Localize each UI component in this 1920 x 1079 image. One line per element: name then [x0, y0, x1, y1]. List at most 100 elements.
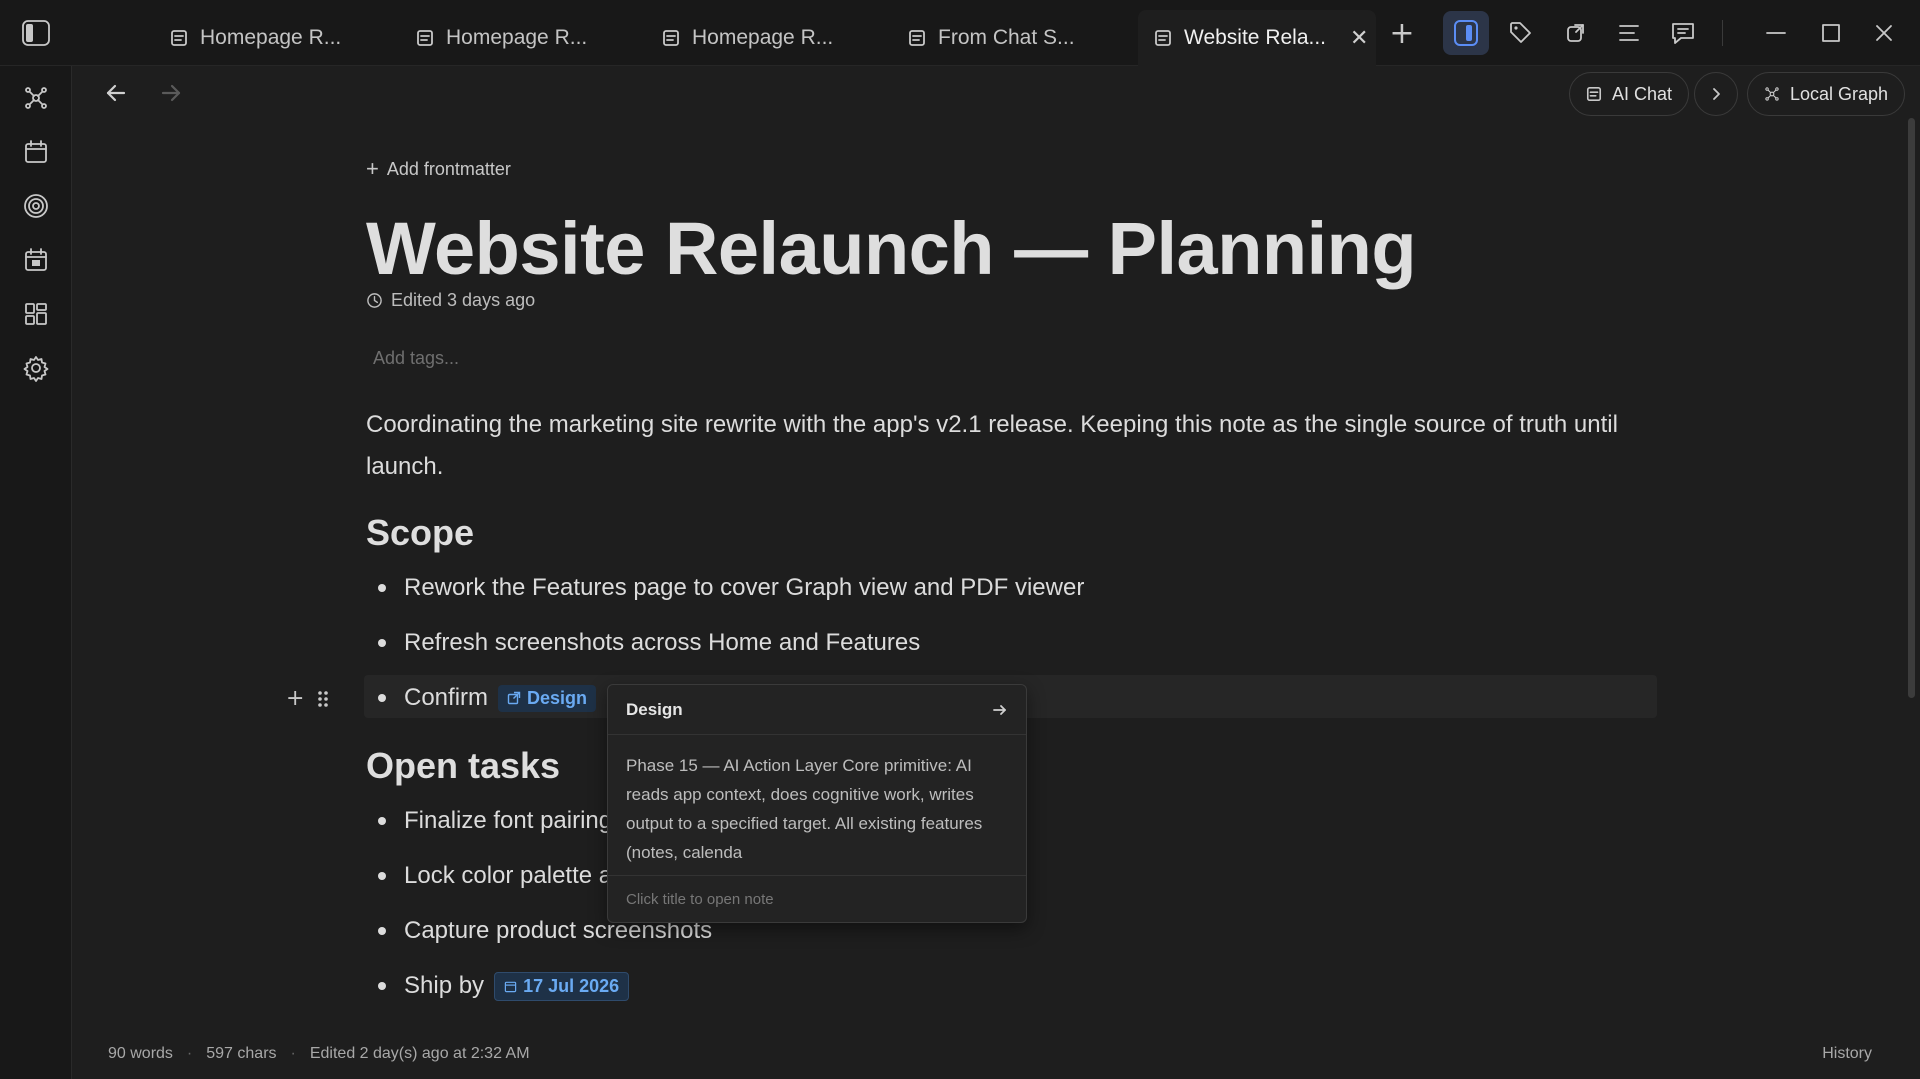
plus-icon: + [366, 156, 379, 181]
list-item[interactable]: Lock color palette a [378, 856, 612, 896]
separator: · [186, 1045, 193, 1062]
intro-line: Coordinating the marketing site rewrite … [366, 411, 1618, 438]
tab-from-chat[interactable]: From Chat S... [892, 10, 1091, 66]
note-icon [1154, 29, 1172, 47]
tab-homepage-3[interactable]: Homepage R... [646, 10, 849, 66]
minimize-icon[interactable] [1758, 15, 1794, 51]
tag-icon[interactable] [1503, 15, 1539, 51]
calendar-icon [504, 980, 517, 993]
outline-icon[interactable] [1611, 15, 1647, 51]
external-link-icon [507, 691, 521, 705]
dashboard-icon[interactable] [18, 296, 54, 332]
arrow-right-icon[interactable] [992, 703, 1008, 717]
list-item[interactable]: Finalize font pairing [378, 801, 612, 841]
left-panel-toggle-icon[interactable] [18, 17, 54, 49]
bullet [378, 584, 386, 592]
list-item[interactable]: Refresh screenshots across Home and Feat… [378, 623, 920, 663]
tab-website-relaunch[interactable]: Website Rela... ✕ [1138, 10, 1376, 66]
expand-panel-button[interactable] [1694, 72, 1738, 116]
new-tab-button[interactable]: + [1384, 15, 1420, 51]
bullet [378, 694, 386, 702]
link-preview-popover: Design Phase 15 — AI Action Layer Core p… [607, 684, 1027, 923]
target-icon[interactable] [18, 188, 54, 224]
note-icon [908, 29, 926, 47]
open-tasks-heading[interactable]: Open tasks [366, 745, 560, 787]
design-link-chip[interactable]: Design [498, 684, 597, 712]
chevron-right-icon [1709, 87, 1723, 101]
title-bar: Homepage R... Homepage R... Homepage R..… [0, 0, 1920, 66]
scope-heading[interactable]: Scope [366, 512, 474, 554]
tab-close-icon[interactable]: ✕ [1350, 26, 1368, 51]
graph-icon[interactable] [18, 80, 54, 116]
bullet [378, 872, 386, 880]
local-graph-button[interactable]: Local Graph [1747, 72, 1906, 116]
ai-chat-button[interactable]: AI Chat [1569, 72, 1690, 116]
date-chip-label: 17 Jul 2026 [523, 975, 620, 996]
clock-icon [366, 292, 383, 309]
popover-header[interactable]: Design [608, 685, 1026, 735]
tags-input[interactable]: Add tags... [373, 348, 459, 369]
intro-paragraph[interactable]: Coordinating the marketing site rewrite … [366, 404, 1666, 488]
char-count: 597 chars [206, 1045, 277, 1062]
scrollbar[interactable] [1908, 118, 1915, 698]
daily-calendar-icon[interactable] [18, 242, 54, 278]
edited-label: Edited 3 days ago [391, 290, 536, 310]
bullet [378, 982, 386, 990]
popover-title[interactable]: Design [626, 700, 683, 720]
close-window-icon[interactable] [1866, 15, 1902, 51]
list-item-text: Lock color palette a [404, 862, 613, 889]
list-item-text: Ship by [404, 972, 485, 999]
tab-homepage-2[interactable]: Homepage R... [400, 10, 603, 66]
list-item[interactable]: Ship by 17 Jul 2026 [378, 966, 630, 1006]
edited-status: Edited 2 day(s) ago at 2:32 AM [309, 1045, 530, 1062]
left-rail [0, 66, 72, 1079]
tab-label: Homepage R... [200, 26, 342, 49]
note-icon [1586, 86, 1602, 102]
bullet [378, 639, 386, 647]
tab-label: From Chat S... [938, 26, 1075, 49]
popover-body: Phase 15 — AI Action Layer Core primitiv… [626, 756, 983, 862]
page-title[interactable]: Website Relaunch — Planning [366, 206, 1417, 291]
tab-label: Homepage R... [692, 26, 834, 49]
word-count: 90 words [108, 1045, 173, 1062]
bullet [378, 927, 386, 935]
tab-label: Website Rela... [1184, 26, 1327, 49]
history-button[interactable]: History [1822, 1045, 1872, 1063]
design-link-label: Design [527, 687, 588, 708]
list-item[interactable]: Rework the Features page to cover Graph … [378, 568, 1084, 608]
edited-meta: Edited 3 days ago [366, 290, 535, 311]
local-graph-label: Local Graph [1790, 83, 1889, 104]
ai-chat-label: AI Chat [1612, 83, 1673, 104]
list-item-text: Confirm [404, 684, 489, 711]
add-frontmatter-label: Add frontmatter [386, 158, 511, 179]
popover-footer: Click title to open note [608, 875, 1026, 922]
list-item-text: Finalize font pairing [404, 807, 613, 834]
list-item-text: Refresh screenshots across Home and Feat… [404, 629, 921, 656]
back-arrow-icon[interactable] [98, 78, 134, 108]
comments-icon[interactable] [1665, 15, 1701, 51]
intro-line: launch. [366, 453, 444, 480]
note-icon [662, 29, 680, 47]
sidebar-toggle-icon[interactable] [1443, 11, 1489, 55]
forward-arrow-icon[interactable] [153, 78, 189, 108]
tab-homepage-1[interactable]: Homepage R... [154, 10, 357, 66]
share-icon[interactable] [1558, 15, 1594, 51]
date-chip[interactable]: 17 Jul 2026 [494, 971, 630, 1001]
note-icon [416, 29, 434, 47]
status-bar: 90 words · 597 chars · Edited 2 day(s) a… [108, 1045, 530, 1063]
list-item-text: Rework the Features page to cover Graph … [404, 574, 1085, 601]
graph-icon [1764, 86, 1780, 102]
bullet [378, 817, 386, 825]
add-block-icon[interactable]: + [286, 686, 304, 711]
separator: · [290, 1045, 296, 1062]
drag-handle-icon[interactable] [316, 689, 330, 709]
list-item[interactable]: Confirm Design [378, 678, 597, 718]
calendar-icon[interactable] [18, 134, 54, 170]
settings-icon[interactable] [18, 350, 54, 386]
maximize-icon[interactable] [1813, 15, 1849, 51]
add-frontmatter-button[interactable]: + Add frontmatter [366, 156, 511, 182]
note-icon [170, 29, 188, 47]
row-tools: + [286, 686, 330, 711]
toolbar-divider [1722, 20, 1723, 46]
tab-label: Homepage R... [446, 26, 588, 49]
